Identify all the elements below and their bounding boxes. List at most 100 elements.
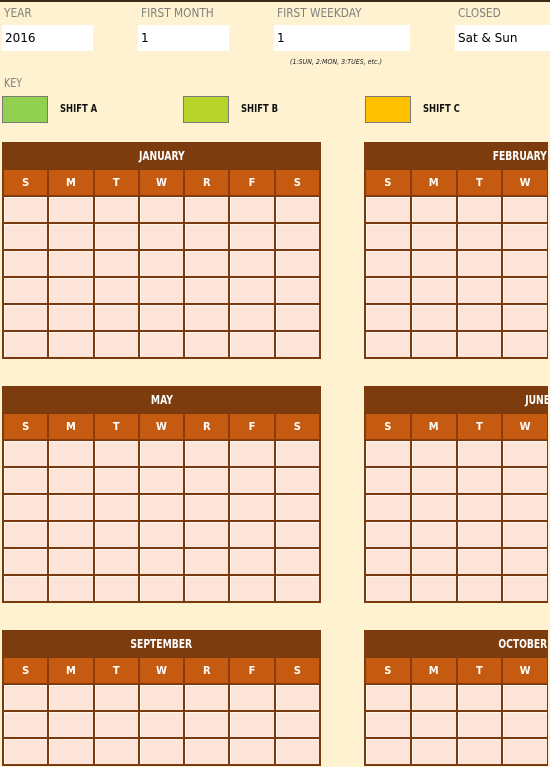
day-cell[interactable]	[274, 738, 320, 765]
day-cell[interactable]	[410, 440, 457, 467]
day-cell[interactable]	[456, 494, 503, 521]
day-cell[interactable]	[138, 277, 185, 304]
day-cell[interactable]	[138, 223, 185, 250]
day-cell[interactable]	[365, 440, 411, 467]
day-cell[interactable]	[138, 738, 185, 765]
day-cell[interactable]	[229, 223, 275, 250]
day-cell[interactable]	[48, 250, 94, 277]
day-cell[interactable]	[365, 196, 411, 223]
day-cell[interactable]	[3, 304, 49, 331]
day-cell[interactable]	[93, 196, 139, 223]
day-cell[interactable]	[365, 223, 411, 250]
day-cell[interactable]	[3, 196, 49, 223]
day-cell[interactable]	[274, 250, 320, 277]
day-cell[interactable]	[93, 223, 139, 250]
day-cell[interactable]	[184, 277, 230, 304]
day-cell[interactable]	[48, 738, 94, 765]
day-cell[interactable]	[274, 494, 320, 521]
day-cell[interactable]	[502, 304, 548, 331]
day-cell[interactable]	[502, 711, 548, 738]
day-cell[interactable]	[410, 738, 457, 765]
day-cell[interactable]	[93, 548, 139, 575]
day-cell[interactable]	[184, 738, 230, 765]
day-cell[interactable]	[138, 575, 185, 602]
day-cell[interactable]	[502, 575, 548, 602]
day-cell[interactable]	[3, 331, 49, 358]
day-cell[interactable]	[48, 494, 94, 521]
day-cell[interactable]	[93, 575, 139, 602]
day-cell[interactable]	[93, 250, 139, 277]
day-cell[interactable]	[138, 250, 185, 277]
day-cell[interactable]	[93, 494, 139, 521]
day-cell[interactable]	[274, 440, 320, 467]
day-cell[interactable]	[48, 304, 94, 331]
day-cell[interactable]	[229, 494, 275, 521]
day-cell[interactable]	[184, 196, 230, 223]
day-cell[interactable]	[3, 684, 49, 711]
day-cell[interactable]	[93, 738, 139, 765]
day-cell[interactable]	[365, 548, 411, 575]
day-cell[interactable]	[456, 277, 503, 304]
day-cell[interactable]	[229, 440, 275, 467]
day-cell[interactable]	[502, 277, 548, 304]
day-cell[interactable]	[274, 711, 320, 738]
first-month-input[interactable]: 1	[138, 25, 229, 51]
day-cell[interactable]	[229, 738, 275, 765]
day-cell[interactable]	[93, 304, 139, 331]
day-cell[interactable]	[184, 304, 230, 331]
day-cell[interactable]	[93, 331, 139, 358]
day-cell[interactable]	[274, 331, 320, 358]
day-cell[interactable]	[229, 196, 275, 223]
day-cell[interactable]	[410, 548, 457, 575]
day-cell[interactable]	[456, 304, 503, 331]
day-cell[interactable]	[410, 684, 457, 711]
day-cell[interactable]	[184, 250, 230, 277]
day-cell[interactable]	[3, 575, 49, 602]
day-cell[interactable]	[138, 494, 185, 521]
day-cell[interactable]	[274, 304, 320, 331]
day-cell[interactable]	[3, 250, 49, 277]
day-cell[interactable]	[184, 467, 230, 494]
day-cell[interactable]	[229, 548, 275, 575]
day-cell[interactable]	[365, 575, 411, 602]
day-cell[interactable]	[274, 575, 320, 602]
day-cell[interactable]	[93, 684, 139, 711]
year-input[interactable]: 2016	[2, 25, 93, 51]
day-cell[interactable]	[502, 467, 548, 494]
day-cell[interactable]	[48, 521, 94, 548]
day-cell[interactable]	[184, 521, 230, 548]
day-cell[interactable]	[365, 711, 411, 738]
day-cell[interactable]	[93, 467, 139, 494]
day-cell[interactable]	[274, 521, 320, 548]
day-cell[interactable]	[3, 548, 49, 575]
day-cell[interactable]	[502, 521, 548, 548]
day-cell[interactable]	[184, 223, 230, 250]
day-cell[interactable]	[365, 331, 411, 358]
day-cell[interactable]	[229, 521, 275, 548]
day-cell[interactable]	[138, 304, 185, 331]
day-cell[interactable]	[502, 738, 548, 765]
day-cell[interactable]	[184, 711, 230, 738]
day-cell[interactable]	[3, 738, 49, 765]
day-cell[interactable]	[3, 277, 49, 304]
day-cell[interactable]	[456, 467, 503, 494]
day-cell[interactable]	[3, 440, 49, 467]
day-cell[interactable]	[48, 467, 94, 494]
day-cell[interactable]	[229, 250, 275, 277]
day-cell[interactable]	[274, 196, 320, 223]
day-cell[interactable]	[456, 331, 503, 358]
day-cell[interactable]	[274, 277, 320, 304]
day-cell[interactable]	[184, 331, 230, 358]
day-cell[interactable]	[48, 684, 94, 711]
day-cell[interactable]	[365, 684, 411, 711]
day-cell[interactable]	[48, 711, 94, 738]
day-cell[interactable]	[502, 223, 548, 250]
day-cell[interactable]	[365, 521, 411, 548]
day-cell[interactable]	[229, 304, 275, 331]
day-cell[interactable]	[48, 277, 94, 304]
day-cell[interactable]	[229, 277, 275, 304]
day-cell[interactable]	[229, 467, 275, 494]
first-weekday-input[interactable]: 1	[274, 25, 410, 51]
day-cell[interactable]	[365, 304, 411, 331]
day-cell[interactable]	[138, 521, 185, 548]
